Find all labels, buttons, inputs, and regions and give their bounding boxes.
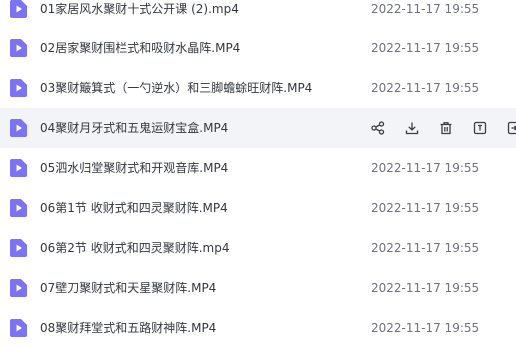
file-row[interactable]: 08聚财拜堂式和五路财神阵.MP4 2022-11-17 19:55 bbox=[0, 308, 516, 348]
video-file-icon bbox=[10, 319, 27, 337]
share-icon[interactable] bbox=[370, 120, 386, 136]
file-name: 07壁刀聚财式和天星聚财阵.MP4 bbox=[40, 281, 217, 295]
file-date: 2022-11-17 19:55 bbox=[371, 161, 480, 175]
file-name: 06第1节 收财式和四灵聚财阵.MP4 bbox=[40, 201, 228, 215]
file-date: 2022-11-17 19:55 bbox=[371, 241, 480, 255]
video-file-icon bbox=[10, 159, 27, 177]
file-row[interactable]: 03聚财簸箕式（一勺逆水）和三脚蟾蜍旺财阵.MP4 2022-11-17 19:… bbox=[0, 68, 516, 108]
file-date: 2022-11-17 19:55 bbox=[371, 321, 480, 335]
video-file-icon bbox=[10, 279, 27, 297]
file-date: 2022-11-17 19:55 bbox=[371, 81, 480, 95]
file-list: 01家居风水聚财十式公开课 (2).mp4 2022-11-17 19:55 0… bbox=[0, 0, 516, 348]
file-row[interactable]: 01家居风水聚财十式公开课 (2).mp4 2022-11-17 19:55 bbox=[0, 0, 516, 29]
file-date: 2022-11-17 19:55 bbox=[371, 2, 480, 16]
file-row[interactable]: 05泗水归堂聚财式和开观音库.MP4 2022-11-17 19:55 bbox=[0, 148, 516, 188]
row-actions bbox=[370, 108, 516, 148]
video-file-icon bbox=[10, 0, 27, 18]
file-name: 08聚财拜堂式和五路财神阵.MP4 bbox=[40, 321, 217, 335]
file-name: 05泗水归堂聚财式和开观音库.MP4 bbox=[40, 161, 229, 175]
video-file-icon bbox=[10, 39, 27, 57]
video-file-icon bbox=[10, 119, 27, 137]
file-name: 06第2节 收财式和四灵聚财阵.mp4 bbox=[40, 241, 230, 255]
more-icon[interactable] bbox=[506, 120, 516, 136]
file-name: 03聚财簸箕式（一勺逆水）和三脚蟾蜍旺财阵.MP4 bbox=[40, 81, 313, 95]
video-file-icon bbox=[10, 199, 27, 217]
file-row[interactable]: 02居家聚财围栏式和吸财水晶阵.MP4 2022-11-17 19:55 bbox=[0, 28, 516, 68]
rename-icon[interactable] bbox=[472, 120, 488, 136]
file-row[interactable]: 06第1节 收财式和四灵聚财阵.MP4 2022-11-17 19:55 bbox=[0, 188, 516, 228]
file-row[interactable]: 06第2节 收财式和四灵聚财阵.mp4 2022-11-17 19:55 bbox=[0, 228, 516, 268]
delete-icon[interactable] bbox=[438, 120, 454, 136]
file-name: 02居家聚财围栏式和吸财水晶阵.MP4 bbox=[40, 41, 241, 55]
file-date: 2022-11-17 19:55 bbox=[371, 41, 480, 55]
video-file-icon bbox=[10, 79, 27, 97]
video-file-icon bbox=[10, 239, 27, 257]
file-row[interactable]: 07壁刀聚财式和天星聚财阵.MP4 2022-11-17 19:55 bbox=[0, 268, 516, 308]
file-name: 04聚财月牙式和五鬼运财宝盒.MP4 bbox=[40, 121, 229, 135]
download-icon[interactable] bbox=[404, 120, 420, 136]
file-date: 2022-11-17 19:55 bbox=[371, 281, 480, 295]
file-name: 01家居风水聚财十式公开课 (2).mp4 bbox=[40, 2, 239, 16]
file-row-hovered[interactable]: 04聚财月牙式和五鬼运财宝盒.MP4 bbox=[0, 108, 516, 148]
file-date: 2022-11-17 19:55 bbox=[371, 201, 480, 215]
